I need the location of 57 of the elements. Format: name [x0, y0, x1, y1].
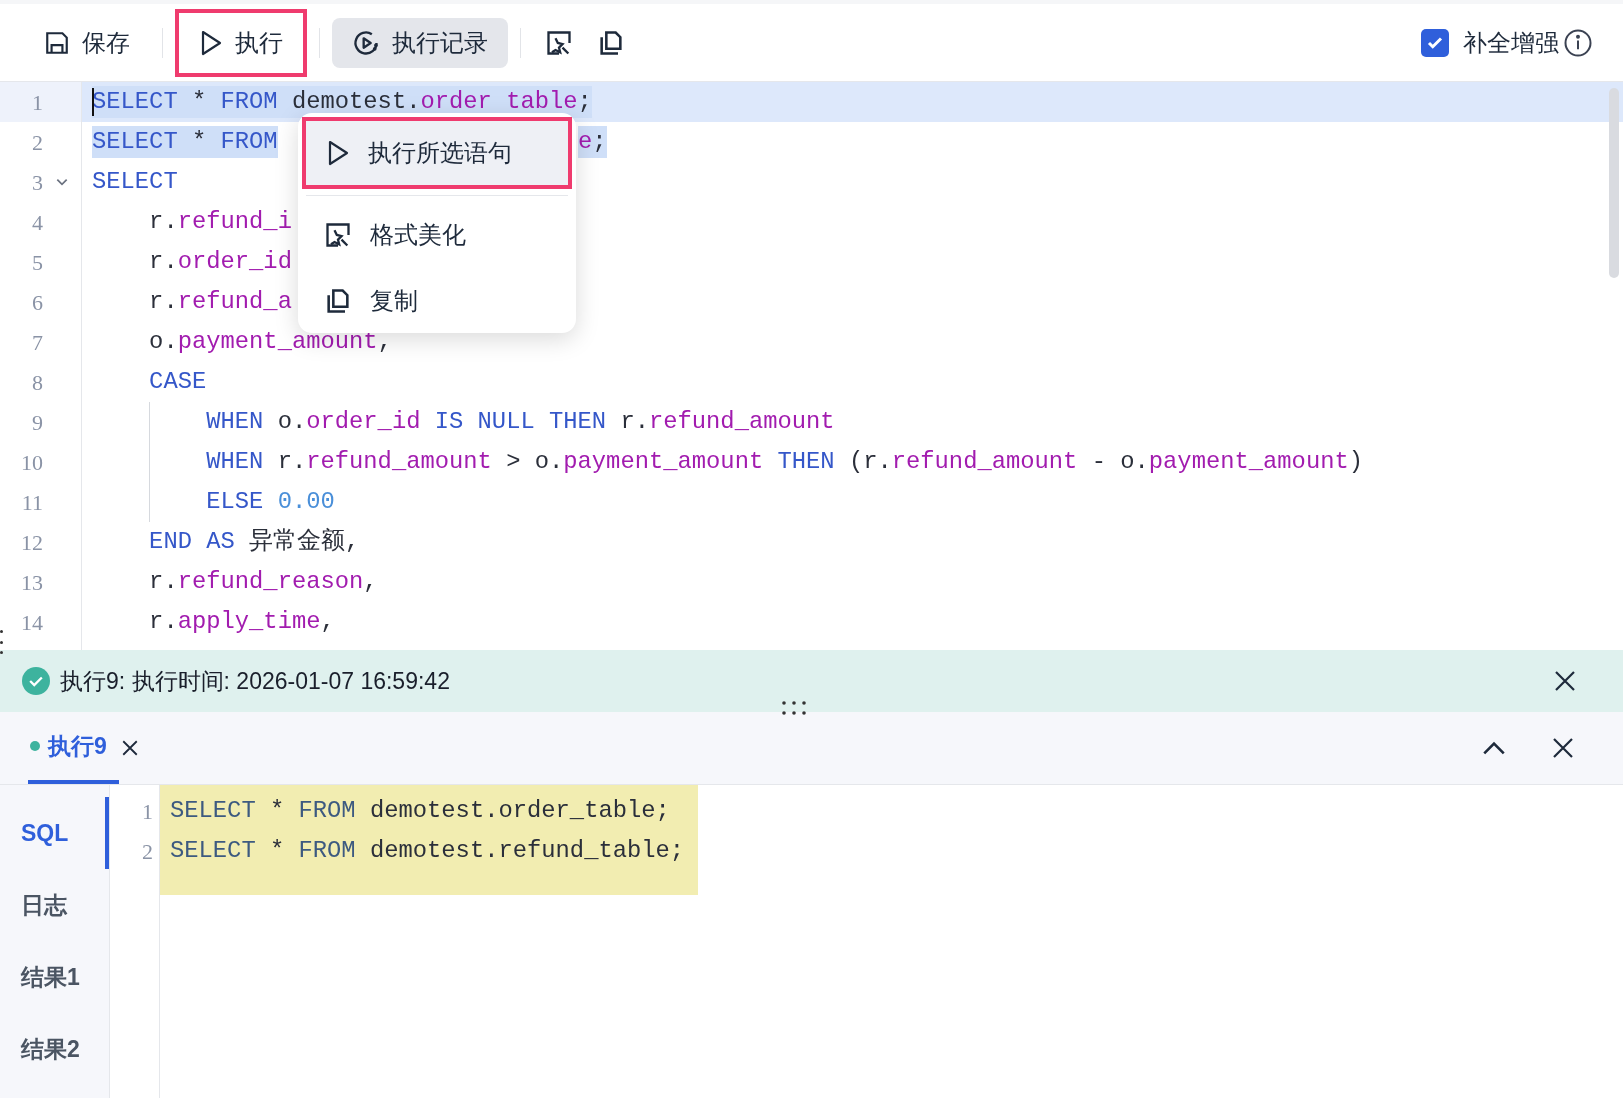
side-tab[interactable]: 结果1: [0, 941, 109, 1013]
code-line: r.order_id: [148, 247, 292, 277]
info-icon[interactable]: [1563, 27, 1593, 58]
line-number: 14: [21, 608, 43, 637]
completion-label: 补全增强: [1463, 27, 1559, 58]
sparkle-frame-icon: [545, 28, 573, 57]
checkbox[interactable]: [1421, 28, 1449, 57]
line-number: 1: [142, 797, 153, 826]
status-message: 执行9: 执行时间: 2026-01-07 16:59:42: [60, 666, 450, 696]
line-number: 13: [21, 568, 43, 597]
code-line: r.apply_time,: [148, 607, 335, 637]
line-number: 3: [32, 168, 43, 197]
line-number: 12: [21, 528, 43, 557]
play-circle-icon: [352, 28, 380, 57]
copy-icon: [597, 28, 625, 57]
code-line: r.refund_reason,: [148, 567, 378, 597]
line-number: 11: [21, 488, 43, 517]
line-number: 1: [32, 88, 43, 117]
close-icon[interactable]: [1553, 669, 1577, 693]
line-number: 4: [32, 208, 43, 237]
sparkle-frame-icon: [324, 221, 352, 249]
grip-icon[interactable]: [0, 630, 4, 654]
code-line: END AS 异常金额,: [148, 527, 360, 557]
code-line: WHEN o.order_id IS NULL THEN r.refund_amount: [205, 407, 835, 437]
close-icon[interactable]: [1551, 736, 1575, 760]
side-tab[interactable]: 日志: [0, 869, 109, 941]
menu-item[interactable]: 格式美化: [306, 202, 568, 268]
code-line: ELSE 0.00: [205, 487, 335, 517]
code-line: WHEN r.refund_amount > o.payment_amount THEN (r.refund_amount - o.payment_amount): [205, 447, 1364, 477]
code-line: SELECT: [92, 167, 178, 197]
run-button[interactable]: 执行: [175, 8, 307, 77]
scrollbar-thumb[interactable]: [1609, 88, 1619, 278]
save-icon: [44, 29, 70, 56]
close-icon[interactable]: [120, 739, 139, 757]
side-tab[interactable]: 结果2: [0, 1013, 109, 1085]
success-icon: [22, 667, 50, 695]
line-number: 7: [32, 328, 43, 357]
code-line: CASE: [148, 367, 207, 397]
line-number: 9: [32, 408, 43, 437]
line-number: 5: [32, 248, 43, 277]
line-number: 8: [32, 368, 43, 397]
menu-item[interactable]: 执行所选语句: [302, 117, 572, 189]
save-button[interactable]: 保存: [24, 17, 150, 68]
line-number: 2: [142, 837, 153, 866]
play-icon: [326, 140, 350, 166]
code-line: r.refund_a: [148, 287, 292, 317]
line-number: 6: [32, 288, 43, 317]
side-tab[interactable]: SQL: [0, 797, 109, 869]
grip-icon[interactable]: [780, 700, 808, 716]
line-number: 2: [32, 128, 43, 157]
line-number: 10: [21, 448, 43, 477]
code-line: SELECT * FROM demotest.order_table;: [170, 796, 670, 827]
code-line: SELECT * FROM demotest.refund_table;: [170, 836, 685, 867]
code-line: r.refund_i: [148, 207, 292, 237]
play-icon: [199, 29, 223, 56]
copy-icon: [324, 287, 352, 315]
history-button[interactable]: 执行记录: [332, 17, 508, 68]
